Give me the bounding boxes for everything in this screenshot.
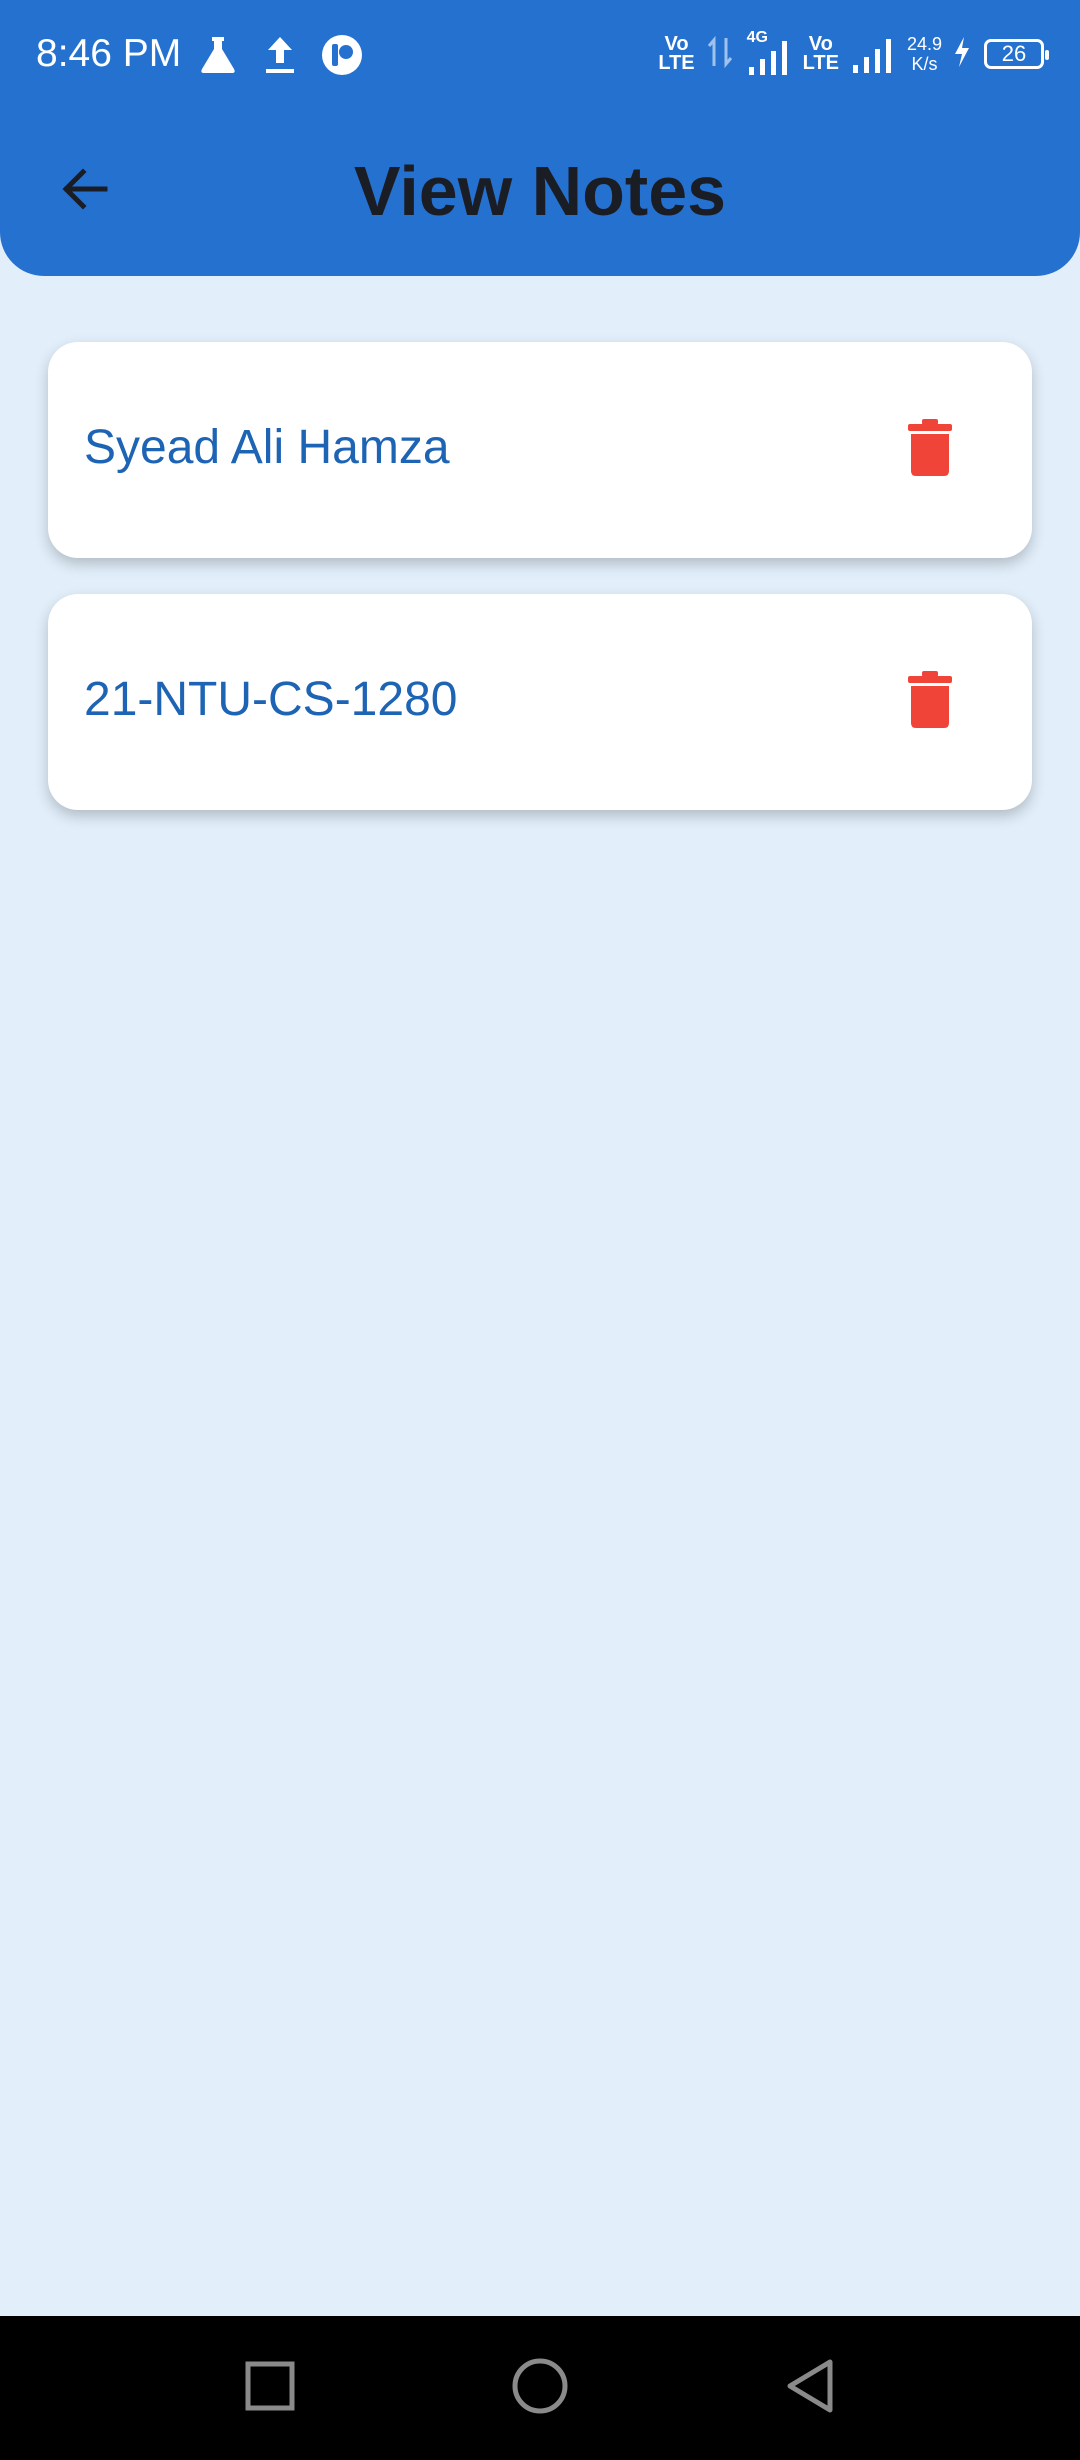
signal-4g: 4G <box>745 29 793 77</box>
trash-icon <box>907 418 953 482</box>
back-triangle-icon <box>782 2356 838 2421</box>
page-title: View Notes <box>353 152 727 230</box>
recents-button[interactable] <box>230 2348 310 2428</box>
note-title: 21-NTU-CS-1280 <box>84 673 458 726</box>
battery-indicator: 26 <box>984 39 1049 69</box>
delete-note-button[interactable] <box>892 412 968 488</box>
app-bar: View Notes <box>0 110 1080 276</box>
data-arrows-icon <box>705 32 735 77</box>
note-card[interactable]: 21-NTU-CS-1280 <box>48 594 1032 810</box>
app-notification-icon <box>320 33 364 77</box>
net-speed-value: 24.9 <box>906 34 942 54</box>
status-time: 8:46 PM <box>36 32 182 75</box>
volte-indicator-2: Vo LTE <box>802 33 839 74</box>
flask-icon <box>196 33 240 77</box>
note-title: Syead Ali Hamza <box>84 421 450 474</box>
header: 8:46 PM Vo LTE 4G Vo LTE 24.9 K/s 26 Vie… <box>0 0 1080 276</box>
upload-icon <box>260 33 300 77</box>
charging-bolt-icon <box>952 35 972 74</box>
delete-note-button[interactable] <box>892 664 968 740</box>
status-bar: 8:46 PM Vo LTE 4G Vo LTE 24.9 K/s 26 <box>0 0 1080 110</box>
status-right-indicators: Vo LTE 4G Vo LTE 24.9 K/s 26 <box>658 28 1049 80</box>
signal-bars-icon <box>748 41 787 75</box>
system-nav-bar <box>0 2316 1080 2460</box>
volte-indicator-1: Vo LTE <box>658 33 695 74</box>
trash-icon <box>907 670 953 734</box>
screen: 8:46 PM Vo LTE 4G Vo LTE 24.9 K/s 26 Vie… <box>0 0 1080 2460</box>
status-left-icons <box>196 30 364 80</box>
battery-level: 26 <box>1001 41 1027 66</box>
net-speed-unit: K/s <box>911 54 938 74</box>
net-speed: 24.9 K/s <box>907 34 942 74</box>
home-button[interactable] <box>500 2348 580 2428</box>
signal-bars-icon <box>849 29 897 80</box>
recents-square-icon <box>242 2358 298 2419</box>
nav-back-button[interactable] <box>770 2348 850 2428</box>
note-card[interactable]: Syead Ali Hamza <box>48 342 1032 558</box>
home-circle-icon <box>510 2356 570 2421</box>
notes-list: Syead Ali Hamza 21-NTU-CS-1280 <box>48 342 1032 846</box>
